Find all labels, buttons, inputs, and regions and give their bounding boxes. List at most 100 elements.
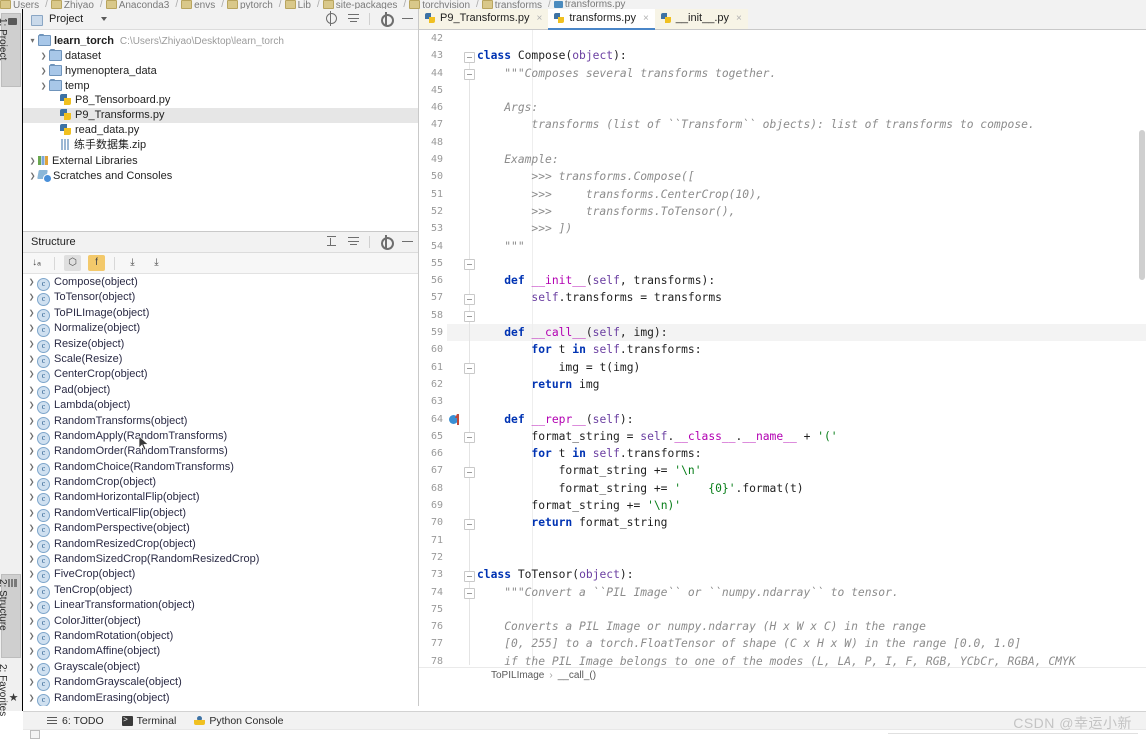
chevron-right-icon[interactable] — [26, 551, 37, 567]
close-icon[interactable]: × — [736, 9, 742, 28]
code-view[interactable]: 42 43 44 45 46 47 48 49 50 51 52 53 54 55 56 57 58 59 60 61… — [419, 30, 1146, 683]
editor-tab[interactable]: transforms.py × — [548, 9, 655, 30]
structure-tree-item[interactable]: cRandomResizedCrop(object) — [23, 536, 418, 553]
structure-tree-item[interactable]: cRandomHorizontalFlip(object) — [23, 489, 418, 507]
code-line[interactable]: def __init__(self, transforms): — [477, 272, 1146, 289]
chevron-right-icon[interactable] — [27, 153, 38, 169]
code-line[interactable] — [477, 134, 1146, 151]
chevron-right-icon[interactable] — [27, 168, 38, 184]
structure-tree-item[interactable]: cRandomGrayscale(object) — [23, 674, 418, 692]
project-tree-item[interactable]: External Libraries — [23, 153, 418, 168]
code-line[interactable]: transforms (list of ``Transform`` object… — [477, 116, 1146, 133]
code-line[interactable]: >>> transforms.ToTensor(), — [477, 203, 1146, 220]
code-folding-gutter[interactable] — [461, 30, 477, 683]
close-icon[interactable]: × — [643, 9, 649, 28]
gear-icon[interactable] — [379, 235, 394, 250]
code-line[interactable]: return format_string — [477, 514, 1146, 531]
structure-tree-item[interactable]: cRandomTransforms(object) — [23, 413, 418, 430]
source-code[interactable]: class Compose(object): """Composes sever… — [477, 30, 1146, 683]
chevron-right-icon[interactable] — [26, 382, 37, 398]
fold-toggle-icon[interactable] — [464, 52, 475, 63]
structure-tree-item[interactable]: cCenterCrop(object) — [23, 366, 418, 384]
structure-tree-item[interactable]: cGrayscale(object) — [23, 659, 418, 676]
project-tree-item[interactable]: Scratches and Consoles — [23, 168, 418, 183]
chevron-right-icon[interactable] — [26, 351, 37, 367]
code-line[interactable]: Example: — [477, 151, 1146, 168]
code-line[interactable]: [0, 255] to a torch.FloatTensor of shape… — [477, 635, 1146, 652]
status-item-todo[interactable]: 6: TODO — [47, 715, 104, 727]
code-line[interactable]: for t in self.transforms: — [477, 341, 1146, 358]
code-line[interactable] — [477, 393, 1146, 410]
fold-toggle-icon[interactable] — [464, 294, 475, 305]
close-icon[interactable]: × — [536, 9, 542, 28]
editor-scrollbar-thumb[interactable] — [1139, 130, 1145, 280]
structure-tree-item[interactable]: cNormalize(object) — [23, 320, 418, 338]
chevron-right-icon[interactable] — [26, 597, 37, 613]
run-to-cursor-icon[interactable] — [455, 413, 459, 425]
structure-tree-item[interactable]: cRandomSizedCrop(RandomResizedCrop) — [23, 551, 418, 569]
project-tree-item[interactable]: temp — [23, 78, 418, 93]
chevron-right-icon[interactable] — [26, 320, 37, 336]
chevron-right-icon[interactable] — [26, 505, 37, 521]
expand-all-button[interactable]: ⤓ — [124, 255, 141, 271]
chevron-right-icon[interactable] — [26, 274, 37, 290]
minimize-icon[interactable] — [401, 12, 414, 25]
editor-tab[interactable]: P9_Transforms.py × — [419, 9, 549, 29]
code-line[interactable]: format_string += '\n' — [477, 462, 1146, 479]
sidebar-item-project[interactable]: 1: Project — [0, 13, 21, 87]
collapse-all-icon[interactable] — [347, 12, 360, 25]
structure-tree-item[interactable]: cLambda(object) — [23, 397, 418, 415]
chevron-right-icon[interactable] — [26, 489, 37, 505]
structure-tree-item[interactable]: cLinearTransformation(object) — [23, 597, 418, 615]
fold-toggle-icon[interactable] — [464, 571, 475, 582]
project-tree-item[interactable]: P8_Tensorboard.py — [23, 93, 418, 108]
fold-toggle-icon[interactable] — [464, 259, 475, 270]
chevron-right-icon[interactable] — [26, 336, 37, 352]
chevron-right-icon[interactable] — [26, 413, 37, 429]
fold-toggle-icon[interactable] — [464, 69, 475, 80]
chevron-right-icon[interactable] — [26, 474, 37, 490]
chevron-right-icon[interactable] — [26, 613, 37, 629]
chevron-right-icon[interactable] — [26, 443, 37, 459]
chevron-right-icon[interactable] — [26, 643, 37, 659]
code-line[interactable] — [477, 307, 1146, 324]
code-line[interactable]: format_string = self.__class__.__name__ … — [477, 428, 1146, 445]
chevron-right-icon[interactable] — [26, 674, 37, 690]
project-tree-item[interactable]: P9_Transforms.py — [23, 108, 418, 123]
structure-tree-item[interactable]: c RandomErasing(object) — [23, 690, 418, 706]
structure-tree-item[interactable]: cRandomAffine(object) — [23, 643, 418, 661]
project-tree-item[interactable]: read_data.py — [23, 123, 418, 138]
collapse-all-button[interactable]: ⤓ — [148, 255, 165, 271]
scroll-from-source-icon[interactable] — [325, 11, 338, 26]
chevron-right-icon[interactable] — [26, 690, 37, 706]
gear-icon[interactable] — [379, 12, 394, 27]
structure-tree-item[interactable]: cRandomChoice(RandomTransforms) — [23, 459, 418, 476]
code-line[interactable]: >>> transforms.Compose([ — [477, 168, 1146, 185]
project-tree-item[interactable]: 练手数据集.zip — [23, 138, 418, 153]
chevron-right-icon[interactable] — [26, 520, 37, 536]
chevron-right-icon[interactable] — [26, 397, 37, 413]
collapse-all-icon[interactable] — [347, 235, 360, 248]
code-line[interactable]: self.transforms = transforms — [477, 289, 1146, 306]
code-line[interactable]: def __call__(self, img): — [477, 324, 1146, 341]
chevron-right-icon[interactable] — [26, 428, 37, 444]
breakpoint-gutter[interactable] — [447, 30, 461, 683]
code-line[interactable]: format_string += ' {0}'.format(t) — [477, 480, 1146, 497]
structure-tree-item[interactable]: cRandomRotation(object) — [23, 628, 418, 645]
code-line[interactable]: Args: — [477, 99, 1146, 116]
fold-toggle-icon[interactable] — [464, 432, 475, 443]
structure-tree-item[interactable]: cRandomApply(RandomTransforms) — [23, 428, 418, 445]
chevron-right-icon[interactable] — [26, 305, 37, 321]
structure-tree[interactable]: cCompose(object)cToTensor(object)cToPILI… — [23, 274, 418, 706]
code-line[interactable] — [477, 532, 1146, 549]
structure-tree-item[interactable]: cPad(object) — [23, 382, 418, 399]
code-line[interactable] — [477, 82, 1146, 99]
editor-tab-strip[interactable]: P9_Transforms.py × transforms.py × __init__.… — [419, 9, 1146, 30]
code-line[interactable]: for t in self.transforms: — [477, 445, 1146, 462]
code-line[interactable]: class Compose(object): — [477, 47, 1146, 64]
code-line[interactable]: """ — [477, 238, 1146, 255]
structure-tree-item[interactable]: cFiveCrop(object) — [23, 566, 418, 584]
code-line[interactable] — [477, 601, 1146, 618]
code-line[interactable] — [477, 30, 1146, 47]
code-line[interactable]: >>> transforms.CenterCrop(10), — [477, 186, 1146, 203]
